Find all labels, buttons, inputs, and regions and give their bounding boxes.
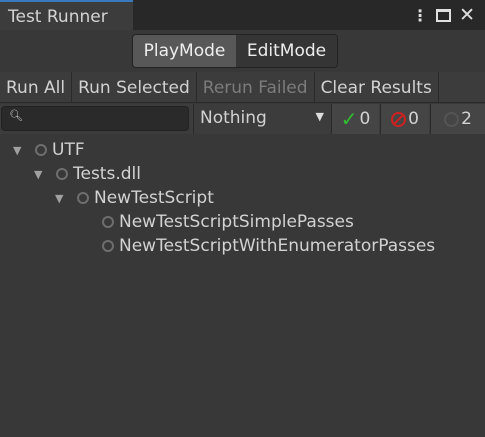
playmode-tab[interactable]: PlayMode (133, 35, 236, 67)
run-all-button[interactable]: Run All (0, 72, 73, 102)
check-icon: ✓ (340, 107, 358, 131)
search-icon: 🔍︎ (9, 109, 23, 122)
not-run-icon (56, 168, 68, 180)
tree-label: UTF (52, 140, 85, 160)
category-value: Nothing (200, 108, 267, 128)
tree-item-tests-dll[interactable]: ▼ Tests.dll (34, 162, 141, 186)
dropdown-arrow-icon: ▼ (315, 110, 324, 123)
search-input[interactable]: 🔍︎ (1, 106, 189, 131)
not-run-icon (102, 240, 114, 252)
toolbar: Run All Run Selected Rerun Failed Clear … (0, 72, 485, 103)
not-run-filter-button[interactable]: 2 (430, 104, 485, 134)
kebab-menu-icon[interactable]: ⋮ (412, 6, 428, 25)
expand-arrow-icon[interactable]: ▼ (13, 144, 35, 157)
expand-arrow-icon[interactable]: ▼ (55, 192, 77, 205)
not-run-count: 2 (461, 109, 472, 129)
mode-toggle: PlayMode EditMode (132, 34, 338, 68)
editmode-tab[interactable]: EditMode (236, 35, 337, 67)
not-run-icon (102, 216, 114, 228)
maximize-icon[interactable] (436, 8, 452, 22)
passed-filter-button[interactable]: ✓ 0 (331, 104, 379, 134)
tree-item-newtestscript[interactable]: ▼ NewTestScript (55, 186, 214, 210)
tree-item-utf[interactable]: ▼ UTF (13, 138, 85, 162)
not-run-icon (444, 111, 460, 127)
tab-test-runner[interactable]: Test Runner (0, 0, 133, 30)
rerun-failed-button[interactable]: Rerun Failed (197, 72, 315, 102)
not-run-icon (77, 192, 89, 204)
tree-item-test[interactable]: NewTestScriptWithEnumeratorPasses (102, 234, 435, 258)
failed-icon (391, 111, 407, 127)
filter-bar: 🔍︎ Nothing ▼ ✓ 0 0 2 (0, 104, 485, 134)
expand-arrow-icon[interactable]: ▼ (34, 168, 56, 181)
run-selected-button[interactable]: Run Selected (72, 72, 197, 102)
tree-label: Tests.dll (73, 164, 141, 184)
not-run-icon (35, 144, 47, 156)
tree-label: NewTestScriptWithEnumeratorPasses (119, 236, 436, 256)
failed-filter-button[interactable]: 0 (380, 104, 429, 134)
category-dropdown[interactable]: Nothing ▼ (193, 104, 328, 134)
tree-label: NewTestScript (94, 188, 214, 208)
tree-item-test[interactable]: NewTestScriptSimplePasses (102, 210, 354, 234)
tree-label: NewTestScriptSimplePasses (119, 212, 354, 232)
tab-strip: Test Runner ⋮ ✕ (0, 0, 485, 30)
tab-title: Test Runner (8, 7, 108, 27)
clear-results-button[interactable]: Clear Results (315, 72, 439, 102)
close-icon[interactable]: ✕ (459, 4, 475, 26)
failed-count: 0 (408, 109, 419, 129)
passed-count: 0 (359, 109, 371, 129)
